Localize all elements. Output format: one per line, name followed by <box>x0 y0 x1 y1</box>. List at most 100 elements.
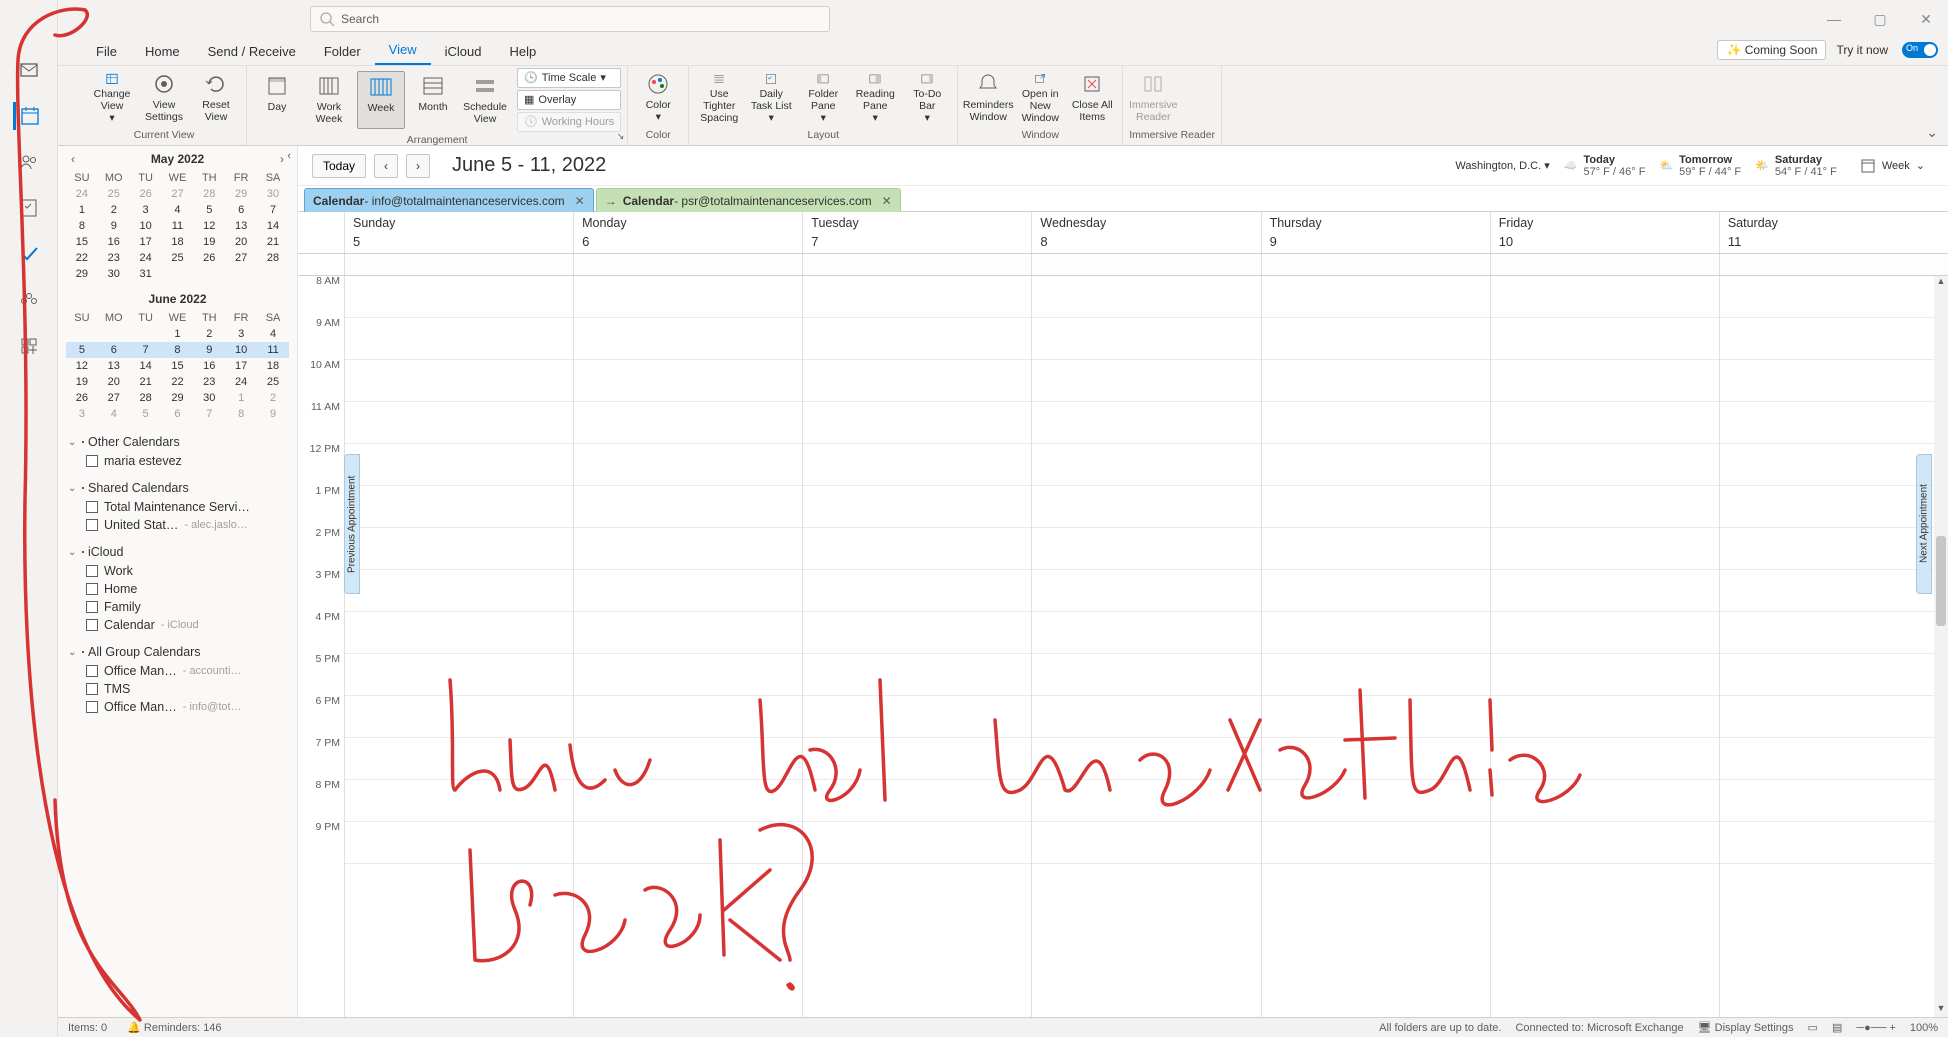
nav-calendar[interactable] <box>13 102 41 130</box>
day-header[interactable]: Sunday5 <box>344 212 573 253</box>
view-reading-icon[interactable]: ▤ <box>1832 1021 1842 1034</box>
nav-people[interactable] <box>15 148 43 176</box>
nav-mail[interactable] <box>15 56 43 84</box>
day-header[interactable]: Wednesday8 <box>1031 212 1260 253</box>
calendar-list-item[interactable]: maria estevez <box>68 452 287 470</box>
day-column[interactable] <box>1490 276 1719 1017</box>
next-appointment-handle[interactable]: Next Appointment <box>1916 454 1932 594</box>
calendar-list-item[interactable]: Calendar - iCloud <box>68 616 287 634</box>
next-week-button[interactable]: › <box>406 154 430 178</box>
nav-groups[interactable] <box>15 286 43 314</box>
tab-icloud[interactable]: iCloud <box>431 40 496 65</box>
view-picker[interactable]: Week ⌄ <box>1851 154 1934 178</box>
ribbon-group-window: Reminders Window Open in New Window Clos… <box>958 66 1123 145</box>
search-box[interactable]: Search <box>310 6 830 32</box>
previous-appointment-handle[interactable]: Previous Appointment <box>344 454 360 594</box>
close-tab-icon[interactable]: ✕ <box>882 194 892 208</box>
week-button[interactable]: Week <box>357 71 405 129</box>
view-normal-icon[interactable]: ▭ <box>1808 1021 1818 1034</box>
minimize-button[interactable]: — <box>1820 11 1848 27</box>
tab-send-receive[interactable]: Send / Receive <box>194 40 310 65</box>
sidebar: ‹ ‹May 2022›SUMOTUWETHFRSA24252627282930… <box>58 146 298 1017</box>
arrangement-dialog-launcher[interactable]: ↘ <box>617 131 625 142</box>
ribbon-group-layout: Use Tighter Spacing Daily Task List ▾ Fo… <box>689 66 958 145</box>
coming-soon-button[interactable]: ✨ Coming Soon <box>1717 40 1826 60</box>
calendar-list-item[interactable]: Total Maintenance Servi… <box>68 498 287 516</box>
month-button[interactable]: Month <box>409 71 457 129</box>
open-new-window-button[interactable]: Open in New Window <box>1016 69 1064 127</box>
tighter-spacing-button[interactable]: Use Tighter Spacing <box>695 69 743 127</box>
reset-view-button[interactable]: Reset View <box>192 69 240 127</box>
maximize-button[interactable]: ▢ <box>1866 11 1894 28</box>
day-column[interactable] <box>573 276 802 1017</box>
close-tab-icon[interactable]: ✕ <box>575 194 585 208</box>
cal-group-header[interactable]: ⌄iCloud <box>68 542 287 562</box>
nav-todo[interactable] <box>15 240 43 268</box>
weather-location[interactable]: Washington, D.C. ▾ <box>1455 159 1549 172</box>
day-column[interactable] <box>1261 276 1490 1017</box>
calendar-tab[interactable]: →Calendar - psr@totalmaintenanceservices… <box>596 188 901 212</box>
ribbon-group-arrangement: Day Work Week Week Month Schedule View 🕓… <box>247 66 628 145</box>
tab-folder[interactable]: Folder <box>310 40 375 65</box>
day-header[interactable]: Tuesday7 <box>802 212 1031 253</box>
nav-rail <box>0 0 58 1037</box>
folder-pane-button[interactable]: Folder Pane ▾ <box>799 69 847 127</box>
sidebar-collapse-button[interactable]: ‹ <box>287 150 291 162</box>
try-it-now-toggle[interactable]: On <box>1902 42 1938 58</box>
close-button[interactable]: ✕ <box>1912 11 1940 28</box>
calendar-list-item[interactable]: Office Man… - accounti… <box>68 662 287 680</box>
daily-task-list-button[interactable]: Daily Task List ▾ <box>747 69 795 127</box>
ribbon-collapse-button[interactable]: ⌄ <box>1926 124 1938 141</box>
nav-tasks[interactable] <box>15 194 43 222</box>
schedule-view-button[interactable]: Schedule View <box>461 71 509 129</box>
status-display-settings[interactable]: 🖥 Display Settings <box>1698 1021 1794 1034</box>
immersive-reader-button[interactable]: Immersive Reader <box>1129 69 1177 127</box>
todo-bar-button[interactable]: To-Do Bar ▾ <box>903 69 951 127</box>
day-header[interactable]: Monday6 <box>573 212 802 253</box>
tab-help[interactable]: Help <box>495 40 550 65</box>
calendar-list-item[interactable]: Office Man… - info@tot… <box>68 698 287 716</box>
day-column[interactable] <box>344 276 573 1017</box>
cal-group-header[interactable]: ⌄Other Calendars <box>68 432 287 452</box>
calendar-list-item[interactable]: United Stat… - alec.jaslo… <box>68 516 287 534</box>
status-reminders[interactable]: 🔔 Reminders: 146 <box>127 1021 221 1034</box>
working-hours-button[interactable]: 🕔 Working Hours <box>517 112 621 132</box>
work-week-button[interactable]: Work Week <box>305 71 353 129</box>
ribbon-group-color: Color ▾ Color <box>628 66 689 145</box>
today-button[interactable]: Today <box>312 154 366 178</box>
close-all-items-button[interactable]: Close All Items <box>1068 69 1116 127</box>
day-header[interactable]: Friday10 <box>1490 212 1719 253</box>
change-view-button[interactable]: Change View ▾ <box>88 69 136 127</box>
tab-file[interactable]: File <box>82 40 131 65</box>
prev-month-button[interactable]: ‹ <box>66 152 80 166</box>
calendar-list-item[interactable]: Family <box>68 598 287 616</box>
mini-calendar[interactable]: ‹May 2022›SUMOTUWETHFRSA2425262728293012… <box>58 146 297 286</box>
day-header[interactable]: Saturday11 <box>1719 212 1948 253</box>
day-column[interactable] <box>1719 276 1948 1017</box>
day-header[interactable]: Thursday9 <box>1261 212 1490 253</box>
calendar-list-item[interactable]: TMS <box>68 680 287 698</box>
cal-group-header[interactable]: ⌄Shared Calendars <box>68 478 287 498</box>
reminders-window-button[interactable]: Reminders Window <box>964 69 1012 127</box>
calendar-tab[interactable]: Calendar - info@totalmaintenanceservices… <box>304 188 594 212</box>
view-settings-button[interactable]: View Settings <box>140 69 188 127</box>
calendar-list-item[interactable]: Home <box>68 580 287 598</box>
vertical-scrollbar[interactable]: ▲▼ <box>1934 276 1948 1017</box>
nav-more-apps[interactable] <box>15 332 43 360</box>
cal-group-header[interactable]: ⌄All Group Calendars <box>68 642 287 662</box>
day-column[interactable] <box>1031 276 1260 1017</box>
color-button[interactable]: Color ▾ <box>634 69 682 127</box>
tab-view[interactable]: View <box>375 38 431 65</box>
weather-tomorrow: ⛅Tomorrow59° F / 44° F <box>1659 154 1741 178</box>
day-column[interactable] <box>802 276 1031 1017</box>
time-scale-button[interactable]: 🕓 Time Scale ▾ <box>517 68 621 88</box>
overlay-button[interactable]: ▦ Overlay <box>517 90 621 110</box>
tab-home[interactable]: Home <box>131 40 194 65</box>
calendar-list-item[interactable]: Work <box>68 562 287 580</box>
reading-pane-button[interactable]: Reading Pane ▾ <box>851 69 899 127</box>
all-day-row[interactable] <box>298 254 1948 276</box>
mini-calendar[interactable]: June 2022SUMOTUWETHFRSA12345678910111213… <box>58 286 297 426</box>
zoom-slider[interactable]: ─●── + <box>1856 1022 1896 1034</box>
day-button[interactable]: Day <box>253 71 301 129</box>
prev-week-button[interactable]: ‹ <box>374 154 398 178</box>
